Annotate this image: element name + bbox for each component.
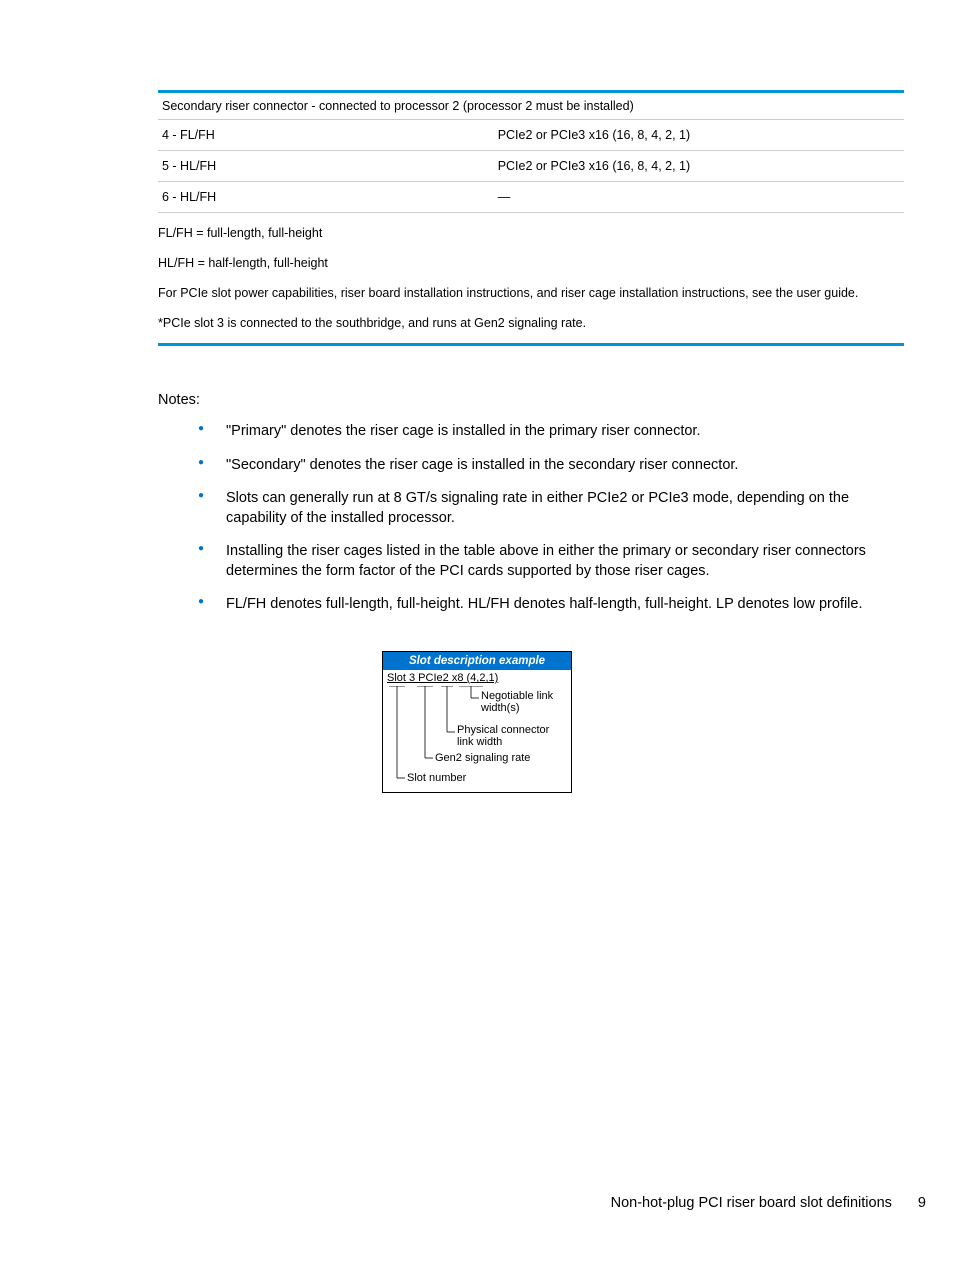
list-item: "Secondary" denotes the riser cage is in… (186, 456, 904, 476)
page-number: 9 (918, 1195, 926, 1211)
table-row: 4 - FL/FH PCIe2 or PCIe3 x16 (16, 8, 4, … (158, 120, 904, 151)
table-row: 6 - HL/FH — (158, 182, 904, 213)
thin-divider (158, 212, 904, 213)
footer-title: Non-hot-plug PCI riser board slot defini… (611, 1195, 892, 1211)
slot-table: Secondary riser connector - connected to… (158, 93, 904, 212)
diagram-label-signaling: Gen2 signaling rate (435, 752, 565, 764)
list-item: Slots can generally run at 8 GT/s signal… (186, 489, 904, 528)
diagram-title: Slot description example (383, 652, 571, 670)
table-header-cell: Secondary riser connector - connected to… (158, 93, 904, 120)
table-header-row: Secondary riser connector - connected to… (158, 93, 904, 120)
slot-cell: 6 - HL/FH (158, 182, 494, 213)
diagram-label-slotnum: Slot number (407, 772, 527, 784)
diagram-example-text: Slot 3 PCIe2 x8 (4,2,1) (387, 672, 567, 684)
spec-cell: — (494, 182, 904, 213)
footnote-text: FL/FH = full-length, full-height (158, 223, 904, 243)
slot-cell: 5 - HL/FH (158, 151, 494, 182)
slot-cell: 4 - FL/FH (158, 120, 494, 151)
list-item: FL/FH denotes full-length, full-height. … (186, 595, 904, 615)
table-section: Secondary riser connector - connected to… (158, 90, 904, 346)
notes-list: "Primary" denotes the riser cage is inst… (186, 422, 904, 615)
diagram-label-physical: Physical connector link width (457, 724, 567, 748)
page-footer: Non-hot-plug PCI riser board slot defini… (611, 1195, 926, 1211)
diagram-body: Slot 3 PCIe2 x8 (4,2,1) (383, 670, 571, 792)
footnotes: FL/FH = full-length, full-height HL/FH =… (158, 223, 904, 333)
list-item: "Primary" denotes the riser cage is inst… (186, 422, 904, 442)
diagram-container: Slot description example Slot 3 PCIe2 x8… (28, 651, 926, 793)
spec-cell: PCIe2 or PCIe3 x16 (16, 8, 4, 2, 1) (494, 151, 904, 182)
page: Secondary riser connector - connected to… (0, 0, 954, 1271)
footnote-text: For PCIe slot power capabilities, riser … (158, 283, 904, 303)
bottom-divider (158, 343, 904, 346)
spec-cell: PCIe2 or PCIe3 x16 (16, 8, 4, 2, 1) (494, 120, 904, 151)
list-item: Installing the riser cages listed in the… (186, 542, 904, 581)
table-row: 5 - HL/FH PCIe2 or PCIe3 x16 (16, 8, 4, … (158, 151, 904, 182)
diagram-tree: Negotiable link width(s) Physical connec… (387, 686, 567, 788)
footnote-text: *PCIe slot 3 is connected to the southbr… (158, 313, 904, 333)
footnote-text: HL/FH = half-length, full-height (158, 253, 904, 273)
slot-description-diagram: Slot description example Slot 3 PCIe2 x8… (382, 651, 572, 793)
notes-heading: Notes: (158, 392, 926, 408)
diagram-label-negotiable: Negotiable link width(s) (481, 690, 571, 714)
